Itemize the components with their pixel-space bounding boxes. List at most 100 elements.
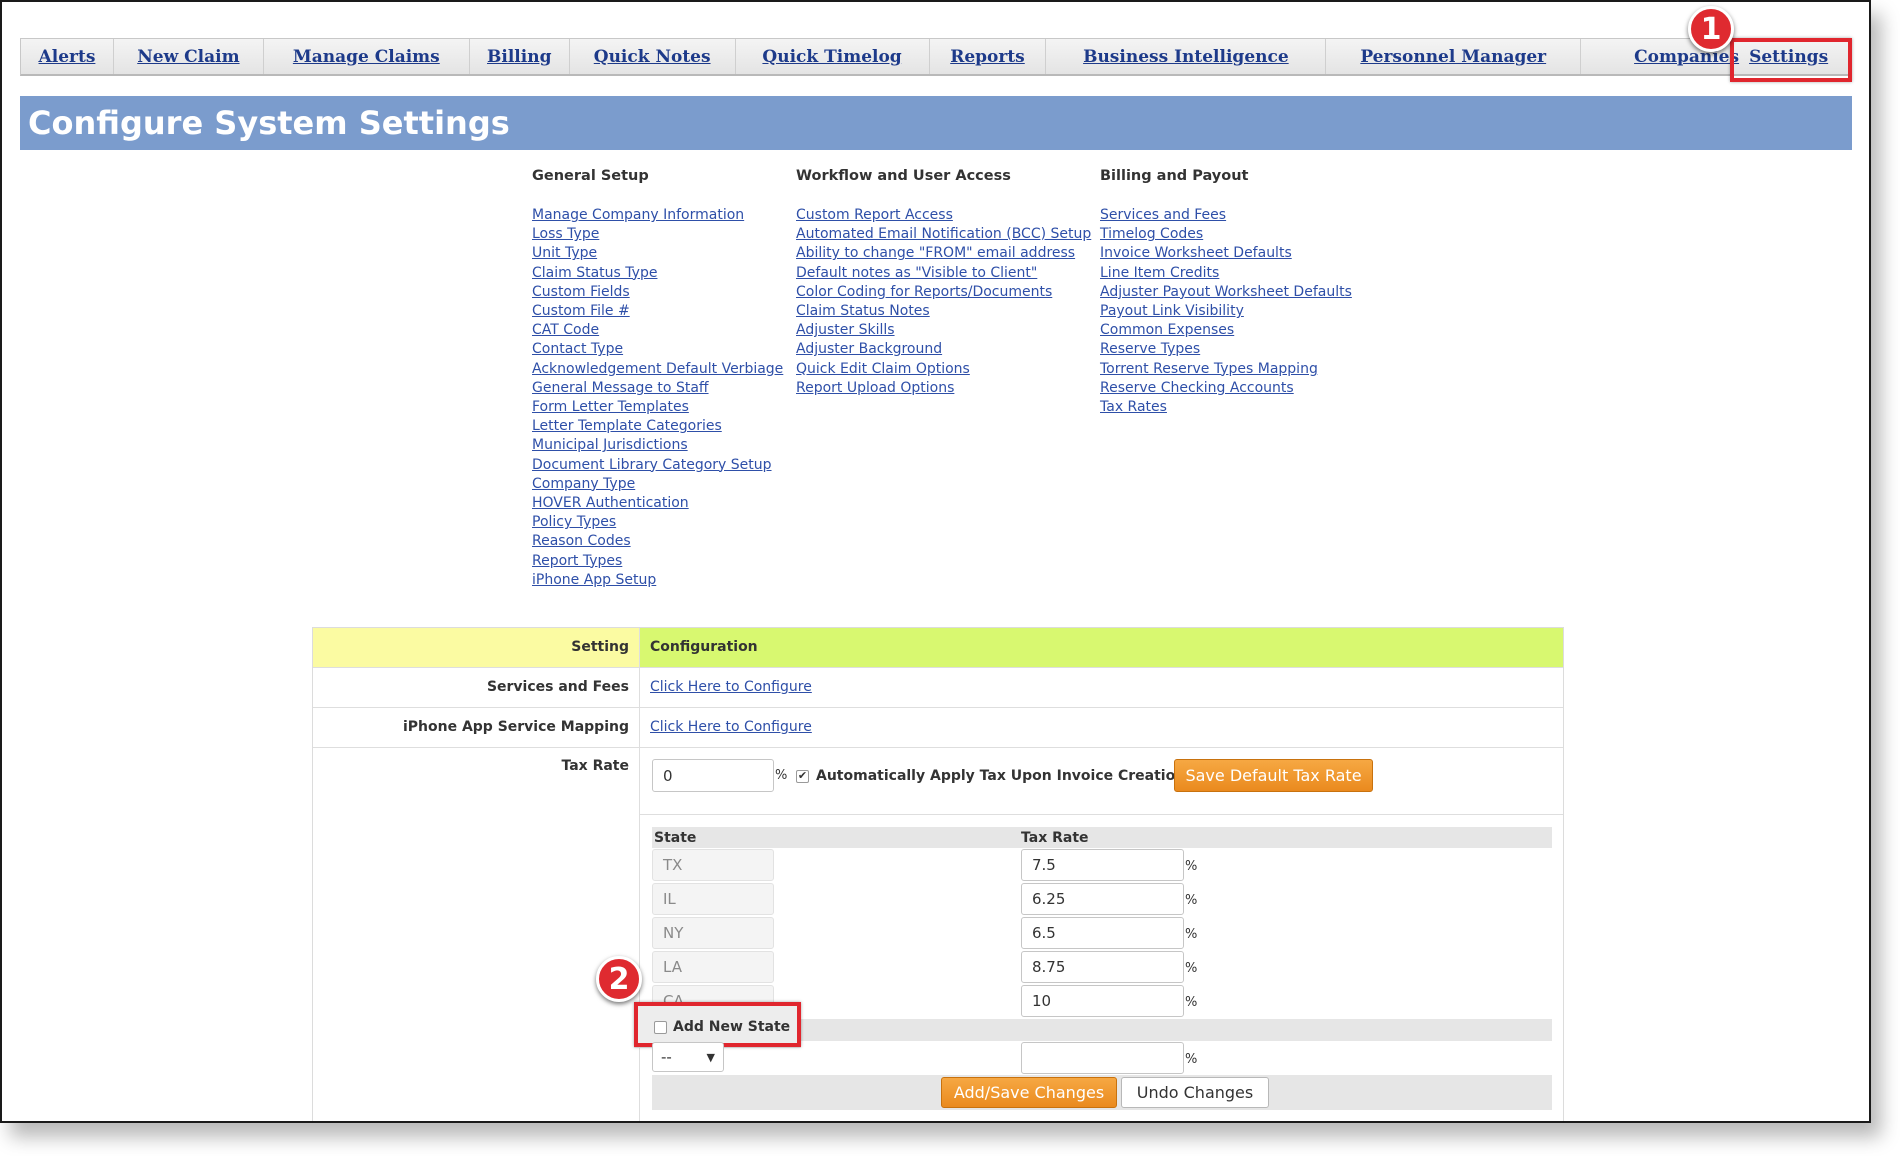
link-color-coding[interactable]: Color Coding for Reports/Documents	[796, 283, 1091, 302]
step-badge-2: 2	[596, 956, 642, 1002]
link-report-types[interactable]: Report Types	[532, 552, 783, 571]
billing-section: Billing and Payout Services and Fees Tim…	[1100, 168, 1352, 417]
link-tax-rates[interactable]: Tax Rates	[1100, 398, 1352, 417]
highlight-settings	[1730, 38, 1852, 82]
link-form-letter-templates[interactable]: Form Letter Templates	[532, 398, 783, 417]
state-rate-input[interactable]: 7.5	[1021, 849, 1184, 881]
link-quick-edit-claim-options[interactable]: Quick Edit Claim Options	[796, 360, 1091, 379]
nav-manage-claims[interactable]: Manage Claims	[264, 39, 470, 74]
top-nav: Alerts New Claim Manage Claims Billing Q…	[20, 38, 1852, 76]
general-setup-section: General Setup Manage Company Information…	[532, 168, 783, 590]
general-setup-heading: General Setup	[532, 168, 649, 184]
highlight-add-new-state	[634, 1002, 801, 1047]
link-services-and-fees[interactable]: Services and Fees	[1100, 206, 1352, 225]
configure-services-link[interactable]: Click Here to Configure	[650, 679, 812, 695]
link-claim-status-notes[interactable]: Claim Status Notes	[796, 302, 1091, 321]
link-adjuster-background[interactable]: Adjuster Background	[796, 340, 1091, 359]
app-window: Alerts New Claim Manage Claims Billing Q…	[0, 0, 1871, 1123]
new-state-rate-input[interactable]	[1021, 1042, 1184, 1074]
add-save-changes-button[interactable]: Add/Save Changes	[941, 1077, 1117, 1108]
nav-new-claim[interactable]: New Claim	[114, 39, 264, 74]
table-header-row: Setting Configuration	[313, 628, 1563, 668]
row-label-services-fees: Services and Fees	[486, 679, 629, 695]
state-rate-percent: %	[1185, 995, 1198, 1010]
state-field: TX	[652, 849, 774, 881]
new-state-select-value: --	[661, 1048, 672, 1066]
link-custom-file-number[interactable]: Custom File #	[532, 302, 783, 321]
link-torrent-reserve-types-mapping[interactable]: Torrent Reserve Types Mapping	[1100, 360, 1352, 379]
undo-changes-button[interactable]: Undo Changes	[1121, 1077, 1269, 1108]
nav-quick-timelog[interactable]: Quick Timelog	[736, 39, 930, 74]
link-report-upload-options[interactable]: Report Upload Options	[796, 379, 1091, 398]
link-custom-fields[interactable]: Custom Fields	[532, 283, 783, 302]
state-rate-header: State Tax Rate	[652, 827, 1552, 848]
link-automated-email-notification[interactable]: Automated Email Notification (BCC) Setup	[796, 225, 1091, 244]
link-unit-type[interactable]: Unit Type	[532, 244, 783, 263]
link-company-type[interactable]: Company Type	[532, 475, 783, 494]
link-policy-types[interactable]: Policy Types	[532, 513, 783, 532]
nav-business-intelligence[interactable]: Business Intelligence	[1046, 39, 1327, 74]
auto-apply-tax-label: Automatically Apply Tax Upon Invoice Cre…	[816, 768, 1186, 784]
row-value-cell: Click Here to Configure	[639, 708, 1563, 747]
table-row: Services and Fees Click Here to Configur…	[313, 668, 1563, 708]
link-timelog-codes[interactable]: Timelog Codes	[1100, 225, 1352, 244]
inner-divider	[639, 814, 1563, 815]
link-change-from-email[interactable]: Ability to change "FROM" email address	[796, 244, 1091, 263]
col-rate-header: Tax Rate	[1021, 830, 1089, 846]
state-rate-input[interactable]: 6.25	[1021, 883, 1184, 915]
save-default-tax-rate-button[interactable]: Save Default Tax Rate	[1174, 759, 1373, 792]
link-reserve-types[interactable]: Reserve Types	[1100, 340, 1352, 359]
link-custom-report-access[interactable]: Custom Report Access	[796, 206, 1091, 225]
state-field: LA	[652, 951, 774, 983]
link-acknowledgement-default-verbiage[interactable]: Acknowledgement Default Verbiage	[532, 360, 783, 379]
link-document-library-category-setup[interactable]: Document Library Category Setup	[532, 456, 783, 475]
link-iphone-app-setup[interactable]: iPhone App Setup	[532, 571, 783, 590]
step-badge-1: 1	[1688, 6, 1734, 52]
nav-billing[interactable]: Billing	[470, 39, 570, 74]
nav-alerts[interactable]: Alerts	[21, 39, 114, 74]
link-reserve-checking-accounts[interactable]: Reserve Checking Accounts	[1100, 379, 1352, 398]
nav-personnel-manager[interactable]: Personnel Manager	[1326, 39, 1582, 74]
new-state-select[interactable]: -- ▼	[652, 1042, 724, 1072]
link-common-expenses[interactable]: Common Expenses	[1100, 321, 1352, 340]
state-rate-input[interactable]: 8.75	[1021, 951, 1184, 983]
state-rate-percent: %	[1185, 893, 1198, 908]
link-letter-template-categories[interactable]: Letter Template Categories	[532, 417, 783, 436]
state-rate-percent: %	[1185, 961, 1198, 976]
link-default-notes-visible[interactable]: Default notes as "Visible to Client"	[796, 264, 1091, 283]
configure-iphone-link[interactable]: Click Here to Configure	[650, 719, 812, 735]
state-rate-input[interactable]: 6.5	[1021, 917, 1184, 949]
link-reason-codes[interactable]: Reason Codes	[532, 532, 783, 551]
header-configuration: Configuration	[639, 628, 1563, 667]
state-rate-input[interactable]: 10	[1021, 985, 1184, 1017]
billing-heading: Billing and Payout	[1100, 168, 1249, 184]
new-state-rate-percent: %	[1185, 1052, 1198, 1067]
row-label-iphone-mapping: iPhone App Service Mapping	[402, 719, 629, 735]
state-field: NY	[652, 917, 774, 949]
link-municipal-jurisdictions[interactable]: Municipal Jurisdictions	[532, 436, 783, 455]
row-value-cell: Click Here to Configure	[639, 668, 1563, 707]
link-hover-authentication[interactable]: HOVER Authentication	[532, 494, 783, 513]
default-tax-rate-input[interactable]: 0	[652, 759, 774, 792]
link-general-message-to-staff[interactable]: General Message to Staff	[532, 379, 783, 398]
chevron-down-icon: ▼	[706, 1050, 715, 1064]
link-line-item-credits[interactable]: Line Item Credits	[1100, 264, 1352, 283]
link-loss-type[interactable]: Loss Type	[532, 225, 783, 244]
workflow-heading: Workflow and User Access	[796, 168, 1011, 184]
link-invoice-worksheet-defaults[interactable]: Invoice Worksheet Defaults	[1100, 244, 1352, 263]
link-payout-link-visibility[interactable]: Payout Link Visibility	[1100, 302, 1352, 321]
state-rate-percent: %	[1185, 859, 1198, 874]
auto-apply-tax-checkbox[interactable]: ✔	[796, 770, 809, 783]
nav-quick-notes[interactable]: Quick Notes	[570, 39, 736, 74]
link-adjuster-payout-worksheet-defaults[interactable]: Adjuster Payout Worksheet Defaults	[1100, 283, 1352, 302]
link-claim-status-type[interactable]: Claim Status Type	[532, 264, 783, 283]
link-manage-company-information[interactable]: Manage Company Information	[532, 206, 783, 225]
link-cat-code[interactable]: CAT Code	[532, 321, 783, 340]
nav-reports[interactable]: Reports	[930, 39, 1047, 74]
link-contact-type[interactable]: Contact Type	[532, 340, 783, 359]
link-adjuster-skills[interactable]: Adjuster Skills	[796, 321, 1091, 340]
settings-table: Setting Configuration Services and Fees …	[312, 627, 1564, 1121]
table-row: iPhone App Service Mapping Click Here to…	[313, 708, 1563, 748]
default-tax-percent: %	[775, 768, 788, 783]
row-label-tax-rate: Tax Rate	[561, 758, 629, 774]
